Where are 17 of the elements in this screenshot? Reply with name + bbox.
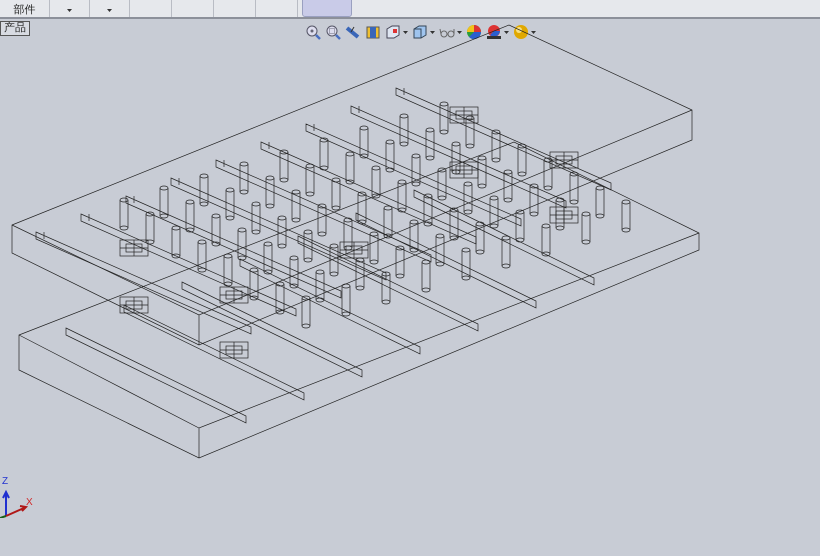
x-axis-label: X: [26, 498, 33, 508]
light-bulb-icon[interactable]: [513, 24, 529, 40]
caret-icon: [107, 9, 112, 12]
scene-icon[interactable]: [486, 24, 502, 40]
z-axis-label: Z: [2, 477, 8, 487]
caret-icon: [457, 30, 462, 34]
caret-icon: [430, 30, 435, 34]
cube-view-icon[interactable]: [385, 24, 401, 40]
caret-icon: [504, 30, 509, 34]
caret-icon: [531, 30, 536, 34]
zoom-area-icon[interactable]: [325, 24, 341, 40]
tree-tab[interactable]: 产品: [0, 21, 30, 36]
color-ball-icon[interactable]: [466, 24, 482, 40]
caret-icon: [67, 9, 72, 12]
caret-icon: [403, 30, 408, 34]
zoom-to-fit-icon[interactable]: [305, 24, 321, 40]
cube-icon[interactable]: [412, 24, 428, 40]
